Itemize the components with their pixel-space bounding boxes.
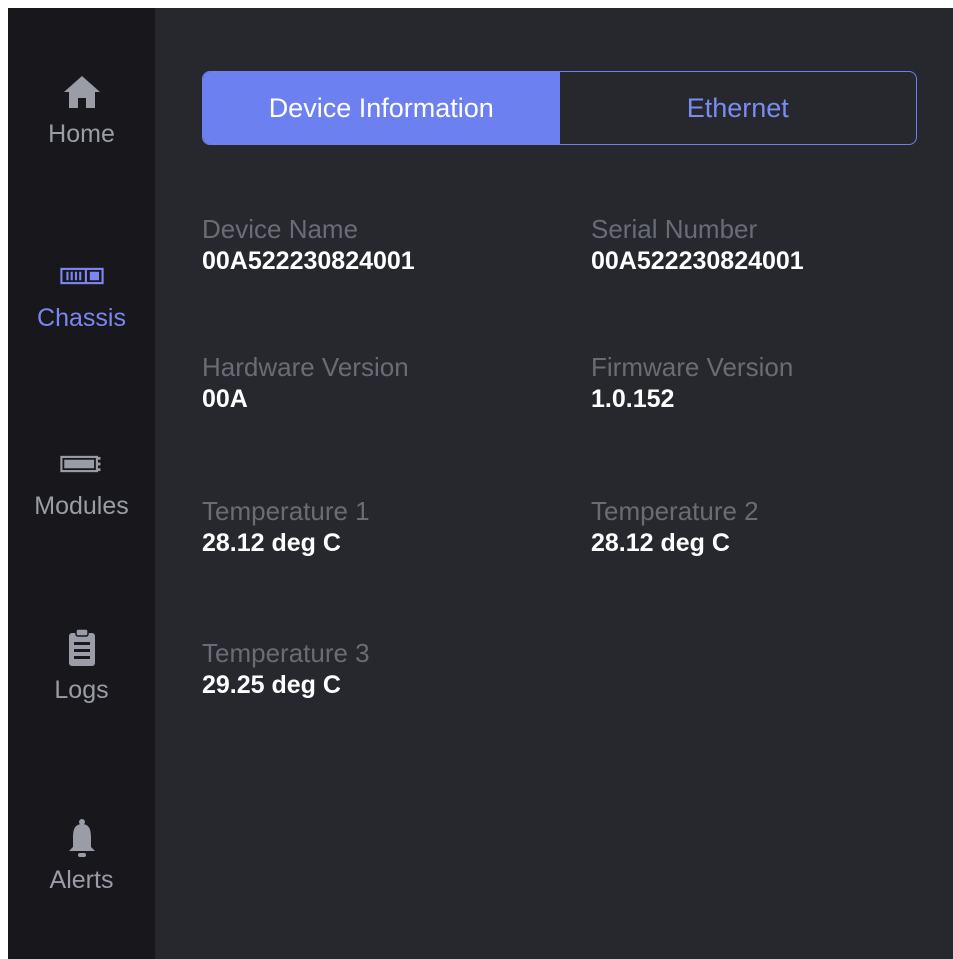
- sidebar-item-modules[interactable]: Modules: [8, 442, 155, 520]
- device-name-field: Device Name 00A522230824001: [202, 214, 415, 276]
- serial-number-field: Serial Number 00A522230824001: [591, 214, 804, 276]
- sidebar-item-alerts[interactable]: Alerts: [8, 816, 155, 894]
- field-value: 29.25 deg C: [202, 671, 341, 699]
- sidebar-item-label: Chassis: [37, 304, 126, 332]
- bell-icon: [60, 816, 104, 860]
- sidebar-item-label: Logs: [54, 676, 109, 704]
- hardware-version-field: Hardware Version 00A: [202, 352, 409, 414]
- tab-device-information[interactable]: Device Information: [203, 72, 560, 144]
- sidebar: Home Chassis Modules Logs Alerts: [8, 8, 155, 959]
- home-icon: [60, 70, 104, 114]
- field-label: Temperature 3: [202, 638, 370, 668]
- sidebar-item-logs[interactable]: Logs: [8, 626, 155, 704]
- temperature-3-field: Temperature 3 29.25 deg C: [202, 638, 370, 700]
- field-value: 1.0.152: [591, 385, 675, 413]
- sidebar-item-label: Alerts: [49, 866, 114, 894]
- field-value: 00A: [202, 385, 248, 413]
- field-label: Serial Number: [591, 214, 758, 244]
- field-label: Hardware Version: [202, 352, 409, 382]
- field-label: Temperature 1: [202, 496, 370, 526]
- field-label: Device Name: [202, 214, 359, 244]
- module-icon: [59, 442, 104, 486]
- field-label: Temperature 2: [591, 496, 759, 526]
- chassis-icon: [59, 254, 104, 298]
- field-value: 28.12 deg C: [591, 529, 730, 557]
- sidebar-item-chassis[interactable]: Chassis: [8, 254, 155, 332]
- field-label: Firmware Version: [591, 352, 794, 382]
- main-panel: Device Information Ethernet Device Name …: [155, 8, 953, 959]
- field-value: 00A522230824001: [591, 247, 804, 275]
- sidebar-item-home[interactable]: Home: [8, 70, 155, 148]
- app-frame: Home Chassis Modules Logs Alerts Device …: [8, 8, 953, 959]
- temperature-2-field: Temperature 2 28.12 deg C: [591, 496, 759, 558]
- sidebar-item-label: Modules: [34, 492, 129, 520]
- field-value: 28.12 deg C: [202, 529, 341, 557]
- temperature-1-field: Temperature 1 28.12 deg C: [202, 496, 370, 558]
- tab-bar: Device Information Ethernet: [202, 71, 917, 145]
- sidebar-item-label: Home: [48, 120, 115, 148]
- tab-ethernet[interactable]: Ethernet: [560, 72, 917, 144]
- firmware-version-field: Firmware Version 1.0.152: [591, 352, 793, 414]
- clipboard-icon: [60, 626, 104, 670]
- field-value: 00A522230824001: [202, 247, 415, 275]
